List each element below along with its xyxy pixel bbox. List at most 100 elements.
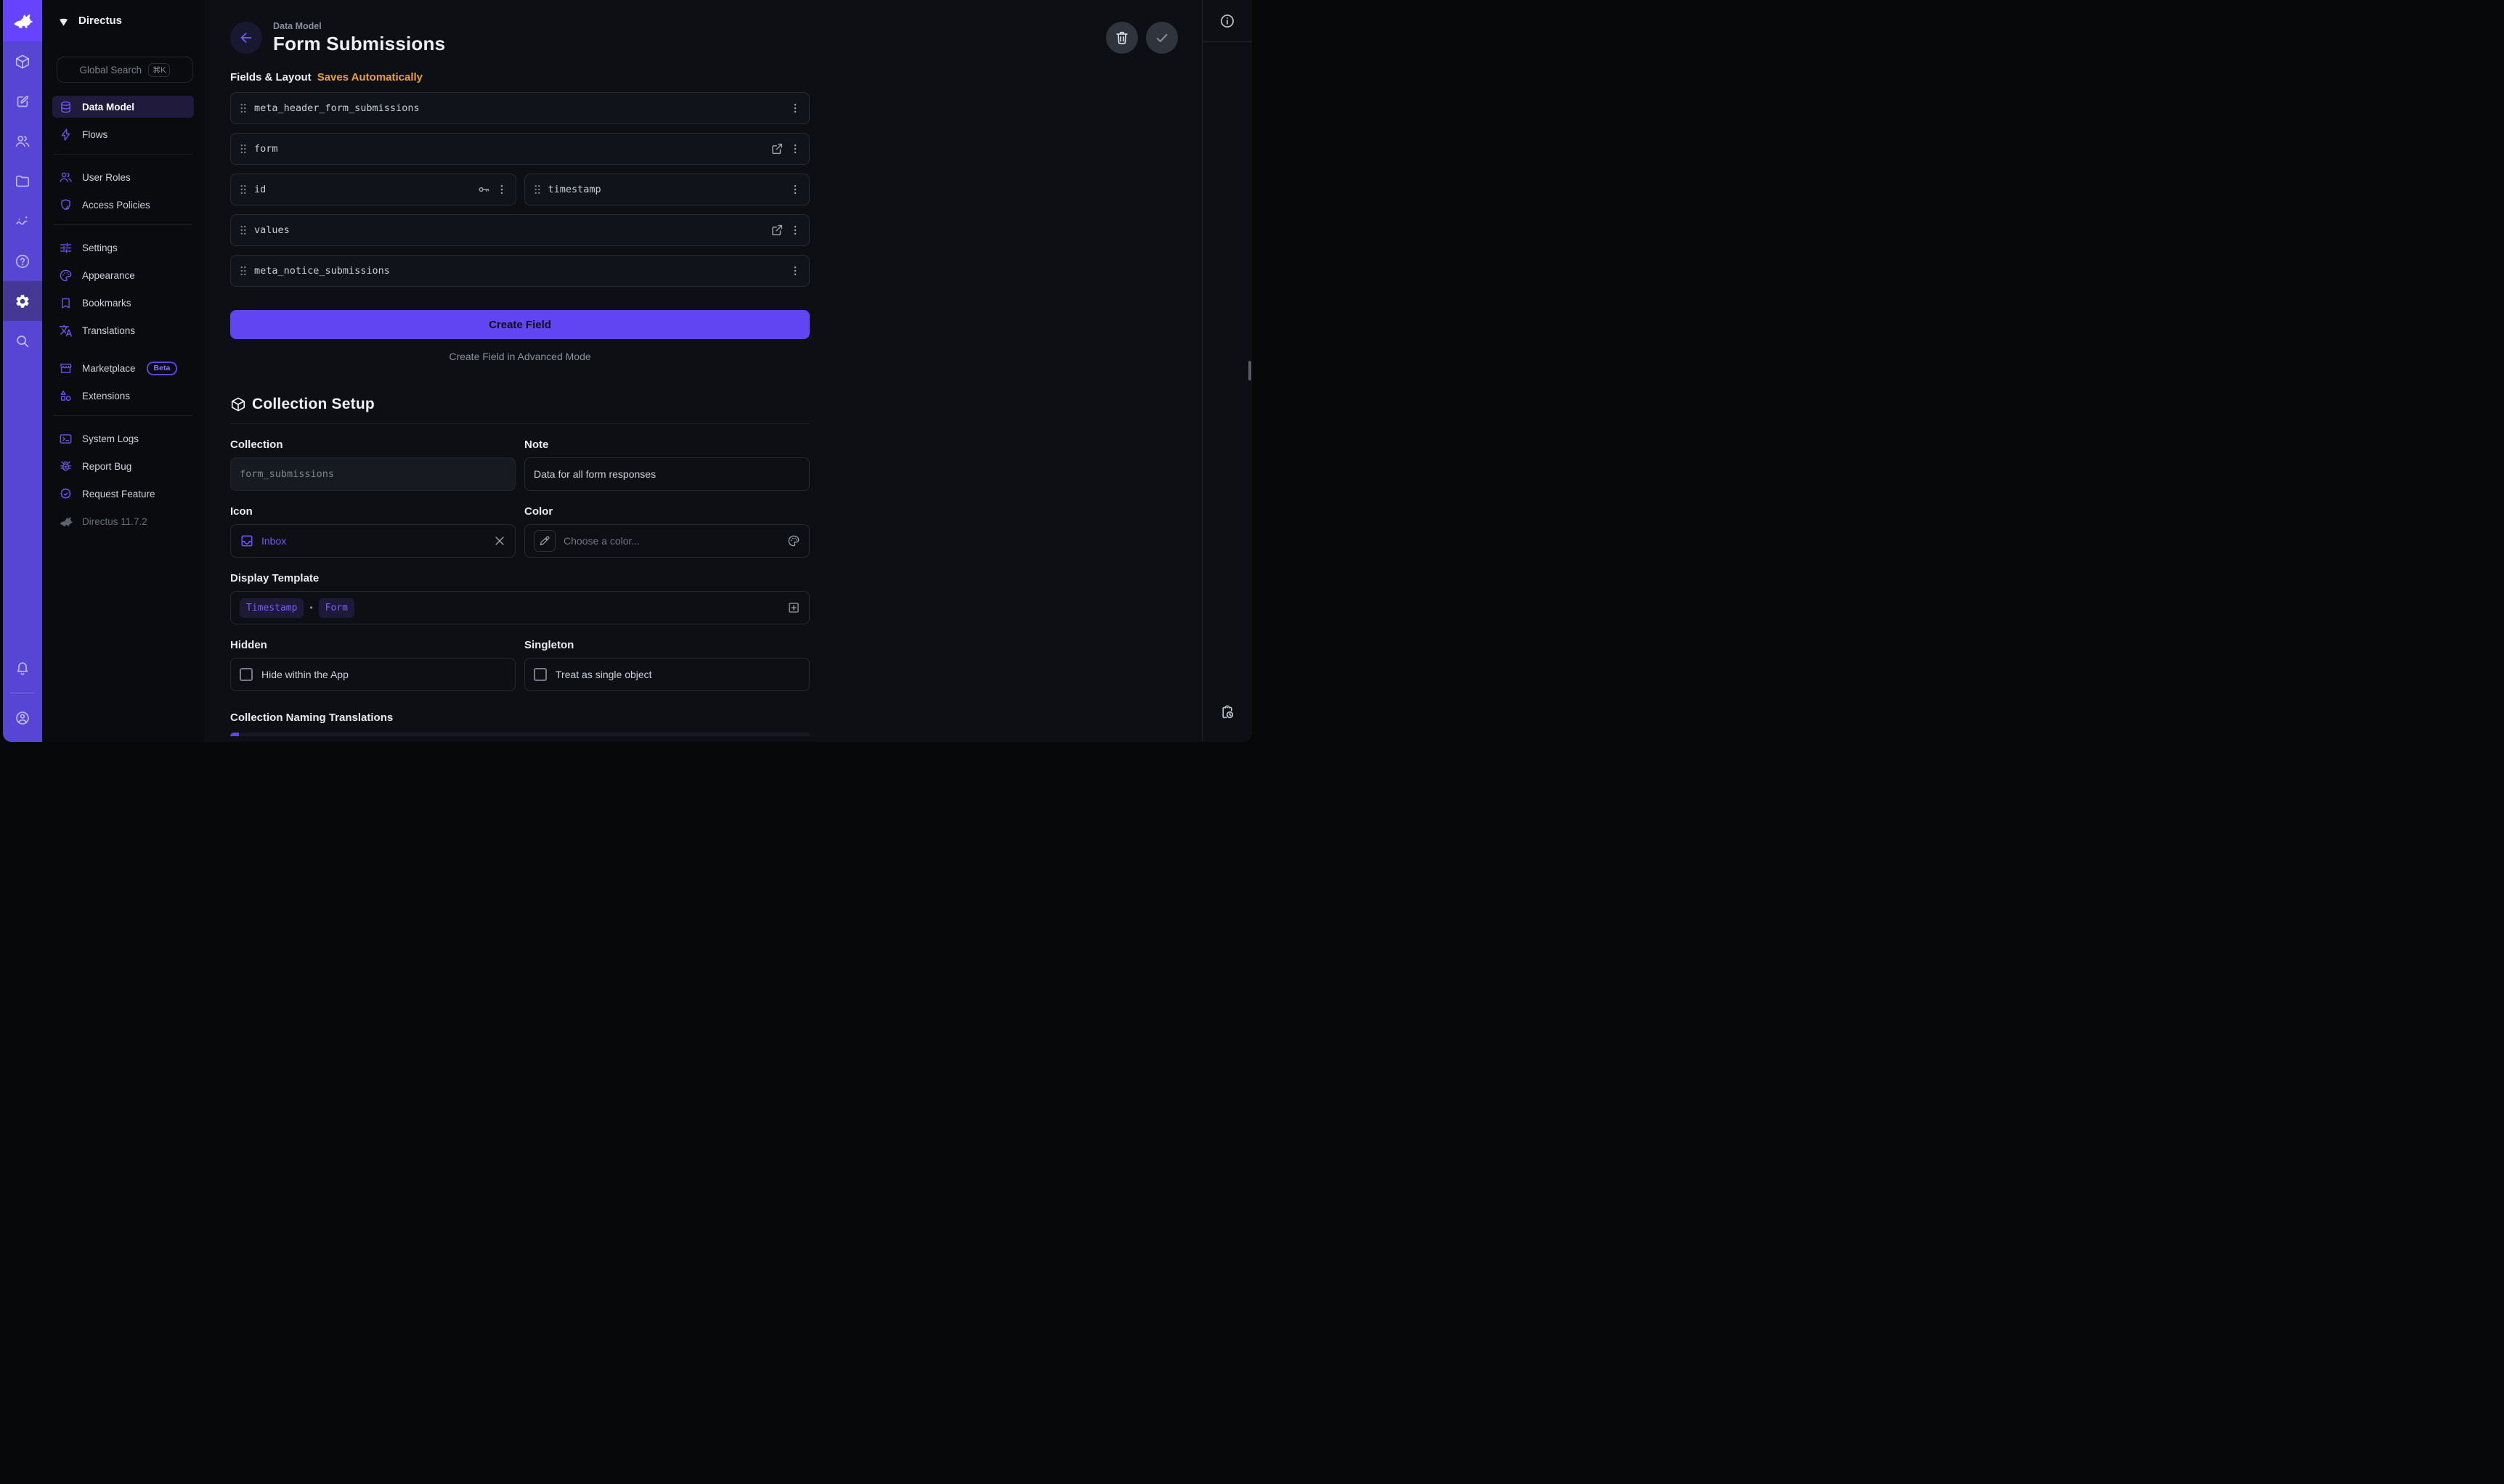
notifications-button[interactable]: [3, 648, 42, 688]
drag-handle-icon[interactable]: [237, 102, 250, 115]
module-insights[interactable]: [3, 201, 42, 241]
icon-value: Inbox: [261, 535, 286, 547]
create-field-button[interactable]: Create Field: [230, 310, 810, 339]
field-row-timestamp[interactable]: timestamp: [524, 174, 810, 205]
note-input[interactable]: Data for all form responses: [524, 457, 810, 491]
translate-icon: [59, 324, 73, 338]
sidebar-item-request-feature[interactable]: Request Feature: [52, 483, 194, 505]
field-row-values[interactable]: values: [230, 214, 810, 246]
module-content[interactable]: [3, 41, 42, 81]
sidebar-item-label: User Roles: [82, 172, 131, 183]
bookmark-icon: [59, 296, 73, 310]
module-help[interactable]: [3, 241, 42, 281]
sidebar-item-translations[interactable]: Translations: [52, 319, 194, 341]
field-row-form[interactable]: form: [230, 133, 810, 165]
sidebar-item-label: Bookmarks: [82, 298, 131, 309]
sidebar-item-access-policies[interactable]: Access Policies: [52, 194, 194, 216]
back-button[interactable]: [230, 22, 262, 54]
sidebar-item-label: Appearance: [82, 270, 135, 281]
template-chip-timestamp[interactable]: Timestamp: [240, 598, 304, 618]
template-chip-form[interactable]: Form: [319, 598, 354, 618]
add-box-icon[interactable]: [787, 601, 800, 614]
info-sidebar-button[interactable]: [1203, 0, 1252, 42]
singleton-checkbox-label[interactable]: Treat as single object: [556, 669, 652, 680]
template-separator: •: [309, 603, 312, 613]
sidebar-item-bookmarks[interactable]: Bookmarks: [52, 292, 194, 314]
version-label: Directus 11.7.2: [82, 516, 147, 527]
sidebar-item-marketplace[interactable]: Marketplace Beta: [52, 357, 194, 379]
module-editor[interactable]: [3, 81, 42, 121]
drag-handle-icon[interactable]: [237, 183, 250, 196]
sidebar-item-appearance[interactable]: Appearance: [52, 264, 194, 286]
hidden-checkbox[interactable]: [240, 668, 253, 681]
save-button[interactable]: [1146, 22, 1178, 54]
display-template-label: Display Template: [230, 572, 810, 584]
directus-logo[interactable]: [3, 0, 42, 41]
singleton-field-group: Singleton Treat as single object: [524, 639, 810, 691]
palette-icon[interactable]: [787, 534, 800, 547]
field-row-meta-header[interactable]: meta_header_form_submissions: [230, 92, 810, 124]
launch-icon[interactable]: [771, 142, 784, 155]
singleton-checkbox-row[interactable]: Treat as single object: [524, 658, 810, 691]
color-label: Color: [524, 505, 810, 518]
drag-handle-icon[interactable]: [531, 183, 544, 196]
field-row-id[interactable]: id: [230, 174, 516, 205]
delete-collection-button[interactable]: [1106, 22, 1138, 54]
hidden-checkbox-label[interactable]: Hide within the App: [261, 669, 349, 680]
launch-icon[interactable]: [771, 224, 784, 237]
close-icon[interactable]: [493, 534, 506, 547]
collection-setup-label: Collection Setup: [252, 396, 375, 413]
global-search-input[interactable]: Global Search ⌘K: [57, 57, 193, 83]
kebab-menu-icon[interactable]: [789, 102, 802, 115]
terminal-icon: [59, 432, 73, 446]
icon-select[interactable]: Inbox: [230, 524, 516, 558]
fan-icon: [57, 14, 70, 28]
sidebar-item-report-bug[interactable]: Report Bug: [52, 455, 194, 477]
kebab-menu-icon[interactable]: [495, 183, 508, 196]
create-field-advanced-link[interactable]: Create Field in Advanced Mode: [230, 351, 810, 362]
sidebar-item-settings[interactable]: Settings: [52, 237, 194, 258]
nav-divider: [54, 415, 192, 416]
sidebar-item-label: Extensions: [82, 391, 130, 401]
drag-handle-icon[interactable]: [237, 224, 250, 237]
hidden-checkbox-row[interactable]: Hide within the App: [230, 658, 516, 691]
project-header[interactable]: Directus: [42, 0, 204, 41]
singleton-checkbox[interactable]: [534, 668, 547, 681]
color-field-group: Color Choose a color...: [524, 505, 810, 558]
bug-icon: [59, 460, 73, 473]
module-search[interactable]: [3, 321, 42, 361]
kebab-menu-icon[interactable]: [789, 224, 802, 237]
sidebar-item-flows[interactable]: Flows: [52, 123, 194, 145]
avatar-icon: [15, 710, 31, 726]
field-name: form: [254, 143, 278, 155]
sidebar-item-user-roles[interactable]: User Roles: [52, 166, 194, 188]
module-bar: [3, 0, 42, 742]
sidebar-item-data-model[interactable]: Data Model: [52, 96, 194, 118]
drag-handle-icon[interactable]: [237, 264, 250, 277]
kebab-menu-icon[interactable]: [789, 264, 802, 277]
revisions-sidebar-button[interactable]: [1219, 704, 1235, 720]
module-users[interactable]: [3, 121, 42, 161]
app-version: Directus 11.7.2: [52, 510, 194, 532]
settings-nav: Data Model Flows User Roles Access Polic…: [42, 87, 204, 538]
sidebar-item-label: Data Model: [82, 102, 134, 113]
module-settings[interactable]: [3, 281, 42, 321]
directus-rabbit-icon: [59, 515, 73, 529]
kebab-menu-icon[interactable]: [789, 142, 802, 155]
display-template-input[interactable]: Timestamp • Form: [230, 591, 810, 624]
display-template-group: Display Template Timestamp • Form: [230, 572, 810, 624]
color-input[interactable]: Choose a color...: [524, 524, 810, 558]
module-files[interactable]: [3, 161, 42, 201]
breadcrumb[interactable]: Data Model: [273, 21, 445, 31]
search-shortcut-badge: ⌘K: [148, 63, 170, 77]
sidebar-item-extensions[interactable]: Extensions: [52, 385, 194, 407]
kebab-menu-icon[interactable]: [789, 183, 802, 196]
drag-handle-icon[interactable]: [237, 142, 250, 155]
eyedropper-button[interactable]: [534, 530, 556, 552]
sidebar-item-system-logs[interactable]: System Logs: [52, 428, 194, 449]
field-row-meta-notice[interactable]: meta_notice_submissions: [230, 255, 810, 287]
user-avatar-button[interactable]: [3, 698, 42, 738]
field-name: timestamp: [548, 184, 601, 195]
scrollbar-thumb[interactable]: [1248, 361, 1251, 380]
check-icon: [1154, 30, 1170, 46]
